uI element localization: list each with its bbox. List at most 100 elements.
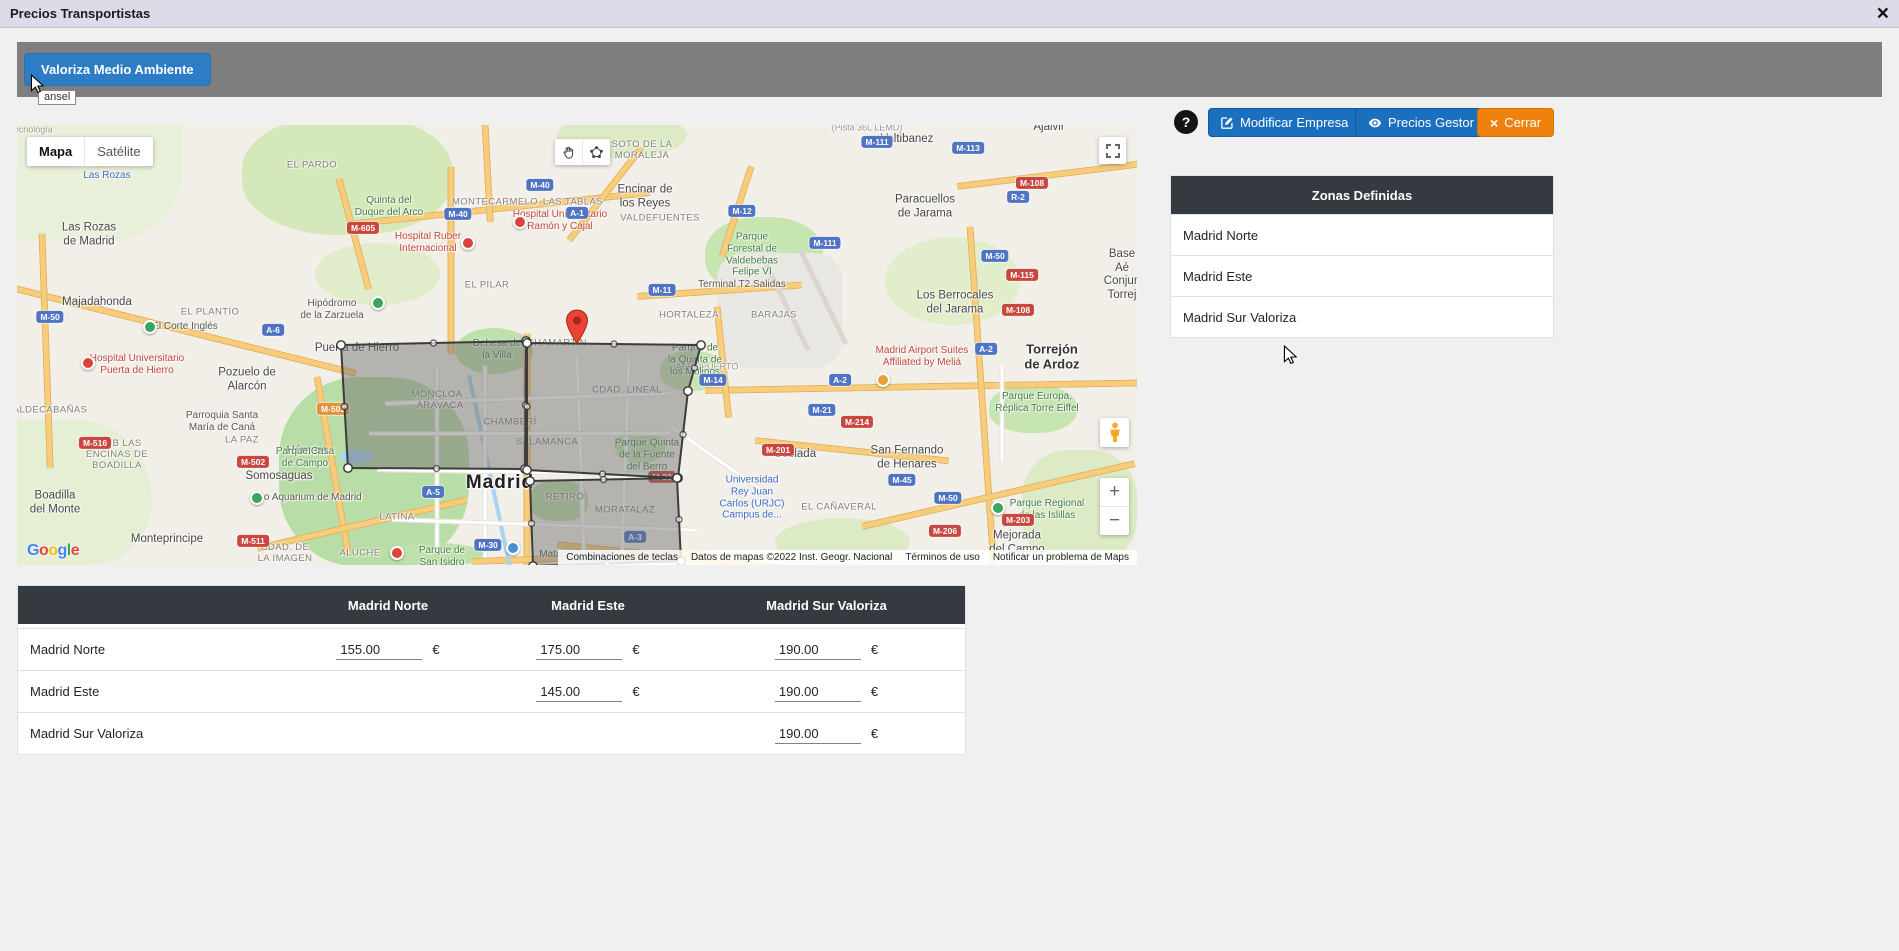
close-x-icon: ×	[1490, 116, 1498, 130]
google-logo-letter: e	[71, 542, 79, 559]
zone-polygon[interactable]	[527, 343, 701, 478]
google-map[interactable]: TecnologíaCostco Wholesale Las RozasLas …	[17, 125, 1137, 565]
google-logo-letter: G	[27, 542, 39, 559]
toolbar: Valoriza Medio Ambiente	[17, 42, 1882, 97]
zone-midpoint-handle[interactable]	[676, 517, 682, 523]
draw-toolbar	[555, 139, 610, 165]
tooltip: ansel	[38, 90, 76, 105]
draw-polygon-icon[interactable]	[582, 139, 610, 165]
price-cell: €	[488, 628, 688, 670]
price-input-este-sur[interactable]	[775, 682, 861, 702]
precios-gestor-label: Precios Gestor	[1388, 115, 1474, 130]
google-logo[interactable]: Google	[27, 542, 79, 560]
zoom-in-button[interactable]: +	[1100, 478, 1129, 506]
window-titlebar: Precios Transportistas ×	[0, 0, 1899, 28]
map-type-satelite[interactable]: Satélite	[84, 137, 152, 166]
window-title: Precios Transportistas	[10, 6, 150, 21]
attribution-map-data: Datos de mapas ©2022 Inst. Geogr. Nacion…	[691, 552, 892, 563]
price-row-label-madrid-norte: Madrid Norte	[18, 628, 288, 670]
google-logo-letter: o	[39, 542, 48, 559]
fullscreen-icon	[1106, 144, 1120, 158]
price-input-norte-sur[interactable]	[775, 640, 861, 660]
precios-gestor-button[interactable]: Precios Gestor	[1355, 108, 1487, 137]
price-cell-empty	[288, 670, 488, 712]
currency-label: €	[432, 642, 439, 657]
pegman-icon	[1109, 422, 1121, 443]
zone-vertex-handle[interactable]	[529, 562, 537, 565]
zone-vertex-handle[interactable]	[697, 341, 705, 349]
edit-icon	[1221, 116, 1234, 129]
modificar-empresa-button[interactable]: Modificar Empresa	[1208, 108, 1361, 137]
currency-label: €	[871, 726, 878, 741]
zone-vertex-handle[interactable]	[523, 466, 531, 474]
map-type-mapa[interactable]: Mapa	[27, 137, 84, 166]
price-row-label-madrid-este: Madrid Este	[18, 670, 288, 712]
google-logo-letter: g	[58, 542, 67, 559]
zone-midpoint-handle[interactable]	[611, 341, 617, 347]
price-header-empty	[18, 586, 288, 624]
currency-label: €	[632, 684, 639, 699]
attribution-report[interactable]: Notificar un problema de Maps	[993, 552, 1129, 563]
price-input-norte-norte[interactable]	[336, 640, 422, 660]
google-logo-letter: o	[48, 542, 57, 559]
eye-icon	[1368, 116, 1382, 130]
zoom-control: + −	[1100, 478, 1129, 535]
price-header-madrid-sur-valoriza: Madrid Sur Valoriza	[688, 586, 965, 624]
price-cell-empty	[288, 712, 488, 754]
zone-vertex-handle[interactable]	[673, 474, 681, 482]
zone-midpoint-handle[interactable]	[342, 404, 348, 410]
zone-polygon[interactable]	[341, 341, 526, 469]
map-marker[interactable]	[565, 309, 589, 345]
cursor-pointer	[1283, 345, 1297, 365]
map-attribution: Combinaciones de teclas Datos de mapas ©…	[558, 550, 1137, 565]
currency-label: €	[871, 684, 878, 699]
zone-row-madrid-norte[interactable]: Madrid Norte	[1171, 214, 1553, 255]
zonas-definidas-panel: Zonas Definidas Madrid Norte Madrid Este…	[1170, 175, 1554, 338]
price-header-madrid-este: Madrid Este	[488, 586, 688, 624]
zone-midpoint-handle[interactable]	[529, 521, 535, 527]
price-header-madrid-norte: Madrid Norte	[288, 586, 488, 624]
zoom-out-button[interactable]: −	[1100, 506, 1129, 535]
price-input-este-este[interactable]	[536, 682, 622, 702]
valoriza-medio-ambiente-button[interactable]: Valoriza Medio Ambiente	[24, 53, 211, 86]
currency-label: €	[632, 642, 639, 657]
modificar-empresa-label: Modificar Empresa	[1240, 115, 1348, 130]
zone-midpoint-handle[interactable]	[601, 477, 607, 483]
price-cell-empty	[488, 712, 688, 754]
zone-vertex-handle[interactable]	[526, 477, 534, 485]
zone-midpoint-handle[interactable]	[524, 404, 530, 410]
zone-row-madrid-este[interactable]: Madrid Este	[1171, 255, 1553, 296]
currency-label: €	[871, 642, 878, 657]
price-input-norte-este[interactable]	[536, 640, 622, 660]
price-row-label-madrid-sur-valoriza: Madrid Sur Valoriza	[18, 712, 288, 754]
pegman-button[interactable]	[1100, 418, 1129, 447]
zonas-definidas-header: Zonas Definidas	[1171, 176, 1553, 214]
zone-midpoint-handle[interactable]	[692, 365, 698, 371]
zone-vertex-handle[interactable]	[337, 341, 345, 349]
zone-midpoint-handle[interactable]	[434, 466, 440, 472]
price-cell: €	[488, 670, 688, 712]
zone-vertex-handle[interactable]	[523, 339, 531, 347]
zone-midpoint-handle[interactable]	[680, 432, 686, 438]
zone-vertex-handle[interactable]	[684, 387, 692, 395]
zone-row-madrid-sur-valoriza[interactable]: Madrid Sur Valoriza	[1171, 296, 1553, 337]
price-cell: €	[688, 670, 965, 712]
precios-transportistas-window: Precios Transportistas × Valoriza Medio …	[0, 0, 1899, 951]
attribution-keyboard-shortcuts[interactable]: Combinaciones de teclas	[566, 552, 678, 563]
price-cell: €	[688, 628, 965, 670]
cerrar-button[interactable]: × Cerrar	[1477, 108, 1554, 137]
zones-overlay	[17, 125, 1137, 565]
zone-vertex-handle[interactable]	[344, 464, 352, 472]
map-type-control: Mapa Satélite	[27, 137, 153, 166]
price-cell: €	[688, 712, 965, 754]
pan-tool-icon[interactable]	[555, 139, 582, 165]
attribution-terms[interactable]: Términos de uso	[905, 552, 979, 563]
cerrar-label: Cerrar	[1504, 115, 1541, 130]
zone-midpoint-handle[interactable]	[431, 340, 437, 346]
price-cell: €	[288, 628, 488, 670]
window-close-icon[interactable]: ×	[1877, 3, 1889, 24]
help-icon[interactable]: ?	[1174, 110, 1198, 134]
price-matrix-table: Madrid Norte Madrid Este Madrid Sur Valo…	[17, 585, 966, 755]
price-input-sur-sur[interactable]	[775, 724, 861, 744]
fullscreen-button[interactable]	[1099, 137, 1126, 164]
